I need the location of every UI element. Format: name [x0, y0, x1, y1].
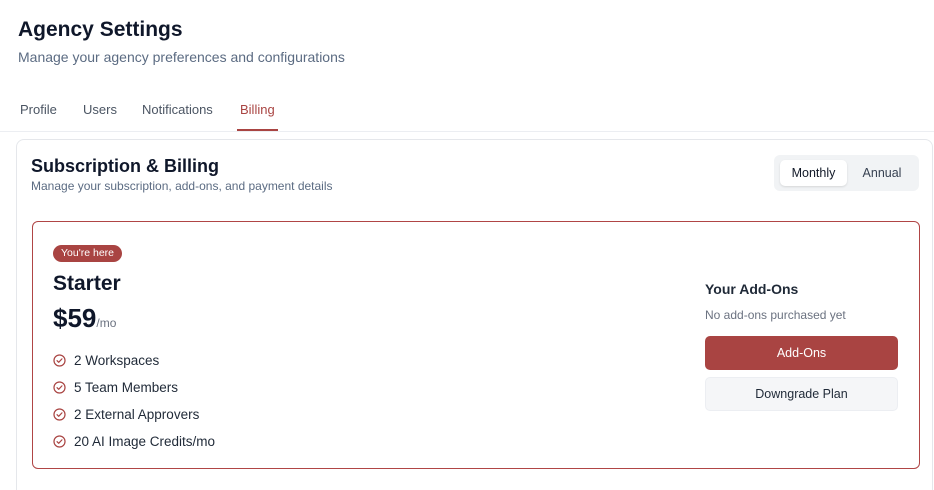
current-plan-card: You're here Starter $59/mo 2 Workspaces … [32, 221, 920, 469]
settings-tabs: Profile Users Notifications Billing [0, 96, 934, 132]
circle-check-icon [53, 354, 66, 367]
feature-label: 20 AI Image Credits/mo [74, 434, 216, 449]
tab-users[interactable]: Users [83, 102, 117, 129]
billing-cycle-toggle: Monthly Annual [774, 155, 919, 191]
addons-title: Your Add-Ons [705, 281, 799, 297]
circle-check-icon [53, 408, 66, 421]
feature-label: 2 Workspaces [74, 353, 160, 368]
section-subtitle: Manage your subscription, add-ons, and p… [31, 179, 333, 193]
addons-button[interactable]: Add-Ons [705, 336, 898, 370]
monthly-option[interactable]: Monthly [780, 160, 847, 186]
tab-notifications[interactable]: Notifications [142, 102, 213, 129]
circle-check-icon [53, 381, 66, 394]
plan-price: $59 [53, 303, 97, 333]
feature-item: 5 Team Members [53, 374, 215, 401]
annual-option[interactable]: Annual [850, 160, 914, 186]
circle-check-icon [53, 435, 66, 448]
plan-name: Starter [53, 272, 121, 295]
plan-price-row: $59/mo [53, 303, 116, 334]
tab-billing[interactable]: Billing [237, 102, 278, 131]
plan-features: 2 Workspaces 5 Team Members 2 External A… [53, 347, 215, 455]
page-subtitle: Manage your agency preferences and confi… [18, 49, 345, 65]
feature-label: 2 External Approvers [74, 407, 200, 422]
plan-period: /mo [96, 316, 117, 330]
tab-profile[interactable]: Profile [20, 102, 57, 129]
subscription-card: Subscription & Billing Manage your subsc… [16, 139, 933, 490]
feature-item: 20 AI Image Credits/mo [53, 428, 215, 455]
feature-item: 2 Workspaces [53, 347, 215, 374]
downgrade-plan-button[interactable]: Downgrade Plan [705, 377, 898, 411]
addons-empty-text: No add-ons purchased yet [705, 308, 846, 322]
feature-item: 2 External Approvers [53, 401, 215, 428]
section-title: Subscription & Billing [31, 156, 219, 176]
current-plan-badge: You're here [53, 245, 122, 262]
page-title: Agency Settings [18, 18, 183, 41]
feature-label: 5 Team Members [74, 380, 179, 395]
